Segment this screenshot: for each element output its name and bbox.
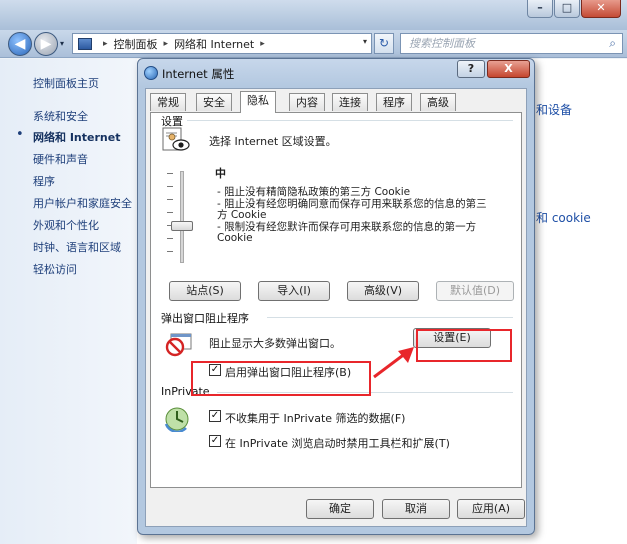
- privacy-bullet: - 阻止没有精简隐私政策的第三方 Cookie: [217, 186, 411, 198]
- search-input[interactable]: 搜索控制面板 ⌕: [400, 33, 623, 54]
- sites-button[interactable]: 站点(S): [169, 281, 241, 301]
- privacy-slider-thumb[interactable]: [171, 221, 193, 231]
- popup-blocker-group-label: 弹出窗口阻止程序: [161, 312, 249, 325]
- recent-pages-dropdown-icon[interactable]: ▾: [60, 39, 64, 48]
- help-button[interactable]: ?: [457, 60, 485, 78]
- dialog-title: Internet 属性: [162, 67, 235, 81]
- breadcrumb-separator[interactable]: ▸: [103, 39, 108, 49]
- devices-link[interactable]: 和设备: [536, 101, 572, 118]
- navigation-bar: ◀ ▶ ▾ ▸ 控制面板 ▸ 网络和 Internet ▸ ▾ ↻ 搜索控制面板…: [0, 30, 627, 58]
- privacy-eye-icon: [162, 127, 190, 151]
- maximize-button[interactable]: □: [554, 0, 580, 18]
- cookie-link[interactable]: 和 cookie: [536, 209, 591, 226]
- inprivate-icon: [164, 407, 189, 432]
- breadcrumb-separator[interactable]: ▸: [260, 39, 265, 49]
- privacy-bullet: - 限制没有经您默许而保存可用来联系您的信息的第一方 Cookie: [217, 220, 477, 244]
- sidebar-item-programs[interactable]: 程序: [33, 173, 55, 189]
- slider-tick: [167, 251, 173, 252]
- popup-blocker-icon: [165, 333, 192, 357]
- window-controls: – □ ✕: [526, 0, 621, 18]
- privacy-slider-track[interactable]: [180, 171, 184, 263]
- inprivate-filter-checkbox-label[interactable]: 不收集用于 InPrivate 筛选的数据(F): [225, 410, 405, 426]
- sidebar-item-ease-of-access[interactable]: 轻松访问: [33, 261, 77, 277]
- settings-button-highlight-box: [416, 329, 512, 362]
- tab-connections[interactable]: 连接: [332, 93, 368, 111]
- internet-globe-icon: [144, 66, 158, 80]
- sidebar-item-system-security[interactable]: 系统和安全: [33, 108, 88, 124]
- sidebar-home-link[interactable]: 控制面板主页: [33, 75, 99, 91]
- privacy-level-bullets: - 阻止没有精简隐私政策的第三方 Cookie - 阻止没有经您明确同意而保存可…: [217, 186, 487, 245]
- forward-button[interactable]: ▶: [34, 32, 58, 56]
- slider-tick: [167, 199, 173, 200]
- slider-tick: [167, 173, 173, 174]
- search-icon[interactable]: ⌕: [609, 34, 616, 53]
- slider-tick: [167, 186, 173, 187]
- group-divider: [187, 120, 513, 121]
- sidebar-item-network-internet[interactable]: 网络和 Internet: [33, 129, 120, 145]
- sidebar: 控制面板主页 系统和安全 • 网络和 Internet 硬件和声音 程序 用户帐…: [0, 59, 137, 544]
- tab-content[interactable]: 内容: [289, 93, 325, 111]
- address-dropdown-icon[interactable]: ▾: [363, 37, 367, 46]
- internet-properties-dialog: Internet 属性 ? X 常规 安全 隐私 内容 连接 程序 高级 设置 …: [137, 58, 535, 535]
- popup-description: 阻止显示大多数弹出窗口。: [209, 337, 341, 350]
- tab-security[interactable]: 安全: [196, 93, 232, 111]
- refresh-button[interactable]: ↻: [374, 33, 394, 54]
- import-button[interactable]: 导入(I): [258, 281, 330, 301]
- minimize-button[interactable]: –: [527, 0, 553, 18]
- breadcrumb-separator[interactable]: ▸: [164, 39, 169, 49]
- dialog-close-button[interactable]: X: [487, 60, 530, 78]
- current-item-bullet: •: [16, 127, 24, 142]
- inprivate-filter-checkbox[interactable]: ✓: [209, 410, 221, 422]
- breadcrumb-network-internet[interactable]: 网络和 Internet: [174, 36, 254, 52]
- privacy-bullet: - 阻止没有经您明确同意而保存可用来联系您的信息的第三方 Cookie: [217, 197, 487, 221]
- cancel-button[interactable]: 取消: [382, 499, 450, 519]
- advanced-button[interactable]: 高级(V): [347, 281, 419, 301]
- window-close-button[interactable]: ✕: [581, 0, 621, 18]
- apply-button[interactable]: 应用(A): [457, 499, 525, 519]
- slider-tick: [167, 212, 173, 213]
- window-titlebar: – □ ✕: [0, 0, 627, 30]
- sidebar-item-clock-language[interactable]: 时钟、语言和区域: [33, 239, 121, 255]
- privacy-level: 中: [215, 167, 226, 180]
- privacy-tab-panel: 设置 选择 Internet 区域设置。 中 - 阻止没有精简隐私政策的第三方 …: [150, 112, 522, 488]
- dialog-body: 常规 安全 隐私 内容 连接 程序 高级 设置 选择 Internet 区域设置…: [145, 88, 527, 527]
- control-panel-icon: [78, 37, 92, 50]
- tab-advanced[interactable]: 高级: [420, 93, 456, 111]
- sidebar-item-user-accounts[interactable]: 用户帐户和家庭安全: [33, 195, 132, 211]
- tab-general[interactable]: 常规: [150, 93, 186, 111]
- annotation-arrow-icon: [373, 347, 414, 379]
- sidebar-item-hardware-sound[interactable]: 硬件和声音: [33, 151, 88, 167]
- sidebar-item-appearance[interactable]: 外观和个性化: [33, 217, 99, 233]
- address-bar[interactable]: ▸ 控制面板 ▸ 网络和 Internet ▸ ▾: [72, 33, 372, 54]
- tab-programs[interactable]: 程序: [376, 93, 412, 111]
- checkbox-highlight-box: [191, 361, 371, 396]
- ok-button[interactable]: 确定: [306, 499, 374, 519]
- privacy-description: 选择 Internet 区域设置。: [209, 135, 337, 148]
- group-divider: [267, 317, 513, 318]
- default-button[interactable]: 默认值(D): [436, 281, 514, 301]
- back-button[interactable]: ◀: [8, 32, 32, 56]
- inprivate-toolbar-checkbox-label[interactable]: 在 InPrivate 浏览启动时禁用工具栏和扩展(T): [225, 435, 450, 451]
- inprivate-toolbar-checkbox[interactable]: ✓: [209, 435, 221, 447]
- search-placeholder: 搜索控制面板: [409, 37, 475, 50]
- breadcrumb-control-panel[interactable]: 控制面板: [114, 36, 158, 52]
- slider-tick: [167, 238, 173, 239]
- tab-privacy[interactable]: 隐私: [240, 91, 276, 113]
